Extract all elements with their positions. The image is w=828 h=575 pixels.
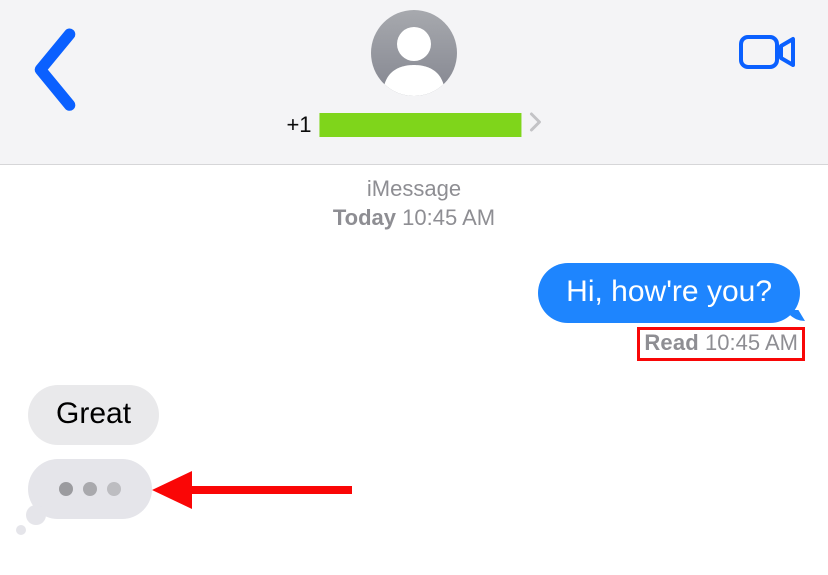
contact-name-row[interactable]: +1 xyxy=(286,112,541,138)
received-bubble: Great xyxy=(28,385,159,445)
back-button[interactable] xyxy=(30,28,80,88)
facetime-button[interactable] xyxy=(738,32,798,82)
contact-avatar[interactable] xyxy=(371,10,457,96)
sent-bubble: Hi, how're you? xyxy=(538,263,800,323)
receipt-time: 10:45 AM xyxy=(705,330,798,355)
chevron-right-icon xyxy=(530,112,542,138)
typing-dot-icon xyxy=(107,482,121,496)
person-silhouette-icon xyxy=(371,10,457,96)
typing-dot-icon xyxy=(83,482,97,496)
received-message[interactable]: Great xyxy=(28,385,159,445)
read-receipt-highlighted: Read 10:45 AM xyxy=(637,327,805,361)
chevron-left-icon xyxy=(30,28,80,111)
service-label: iMessage xyxy=(0,175,828,204)
contact-number-redacted xyxy=(320,113,522,137)
sent-message[interactable]: Hi, how're you? xyxy=(538,263,800,323)
annotation-arrow-icon xyxy=(152,465,352,515)
video-camera-icon xyxy=(738,32,798,72)
contact-prefix: +1 xyxy=(286,112,311,138)
day-label: Today xyxy=(333,205,396,230)
typing-indicator xyxy=(28,459,152,519)
time-label: 10:45 AM xyxy=(402,205,495,230)
message-thread[interactable]: iMessage Today 10:45 AM Hi, how're you? … xyxy=(0,175,828,575)
conversation-header: +1 xyxy=(0,0,828,165)
timestamp-header: iMessage Today 10:45 AM xyxy=(0,175,828,232)
typing-dot-icon xyxy=(59,482,73,496)
receipt-label: Read xyxy=(644,330,699,355)
typing-bubble xyxy=(28,459,152,519)
